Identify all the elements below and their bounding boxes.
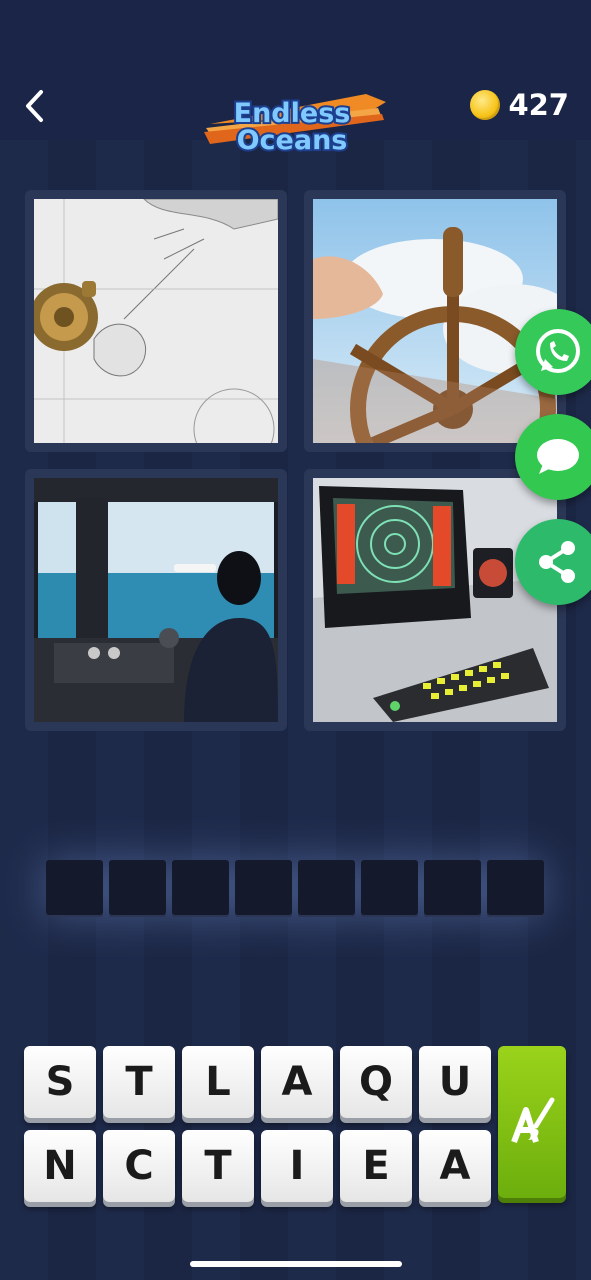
nautical-chart-image [34,199,278,443]
message-icon [537,439,579,474]
letter-key[interactable]: N [24,1130,96,1202]
answer-slot[interactable] [235,860,292,917]
whatsapp-button[interactable] [515,309,591,395]
letter-key[interactable]: T [182,1130,254,1202]
coin-count: 427 [508,88,569,122]
letter-key[interactable]: U [419,1046,491,1118]
coin-balance[interactable]: 427 [470,84,569,126]
answer-slot[interactable] [361,860,418,917]
answer-slot[interactable] [298,860,355,917]
image-tile-4[interactable] [304,469,566,731]
letter-key[interactable]: L [182,1046,254,1118]
whatsapp-icon [536,329,580,373]
letter-key[interactable]: I [261,1130,333,1202]
coin-icon [470,90,501,120]
app-logo: Endless Oceans [196,84,396,160]
answer-slots [46,860,544,917]
chevron-left-icon [26,90,43,122]
answer-slot[interactable] [46,860,103,917]
messages-button[interactable] [515,414,591,500]
radar-console-image [313,478,557,722]
image-tile-3[interactable] [25,469,287,731]
back-button[interactable] [14,84,54,128]
answer-slot[interactable] [424,860,481,917]
letter-key[interactable]: A [261,1046,333,1118]
letter-key[interactable]: C [103,1130,175,1202]
letter-key[interactable]: T [103,1046,175,1118]
hint-button[interactable] [498,1046,566,1198]
letter-key[interactable]: S [24,1046,96,1118]
answer-slot[interactable] [487,860,544,917]
letter-key[interactable]: A [419,1130,491,1202]
image-tile-1[interactable] [25,190,287,452]
home-indicator[interactable] [190,1261,402,1267]
ships-wheel-image [313,199,557,443]
logo-text-2: Oceans [237,125,348,156]
share-button[interactable] [515,519,591,605]
share-icon [539,541,575,583]
boat-bridge-image [34,478,278,722]
letter-key[interactable]: Q [340,1046,412,1118]
answer-slot[interactable] [109,860,166,917]
brush-a-icon [511,1097,555,1144]
answer-slot[interactable] [172,860,229,917]
letter-key[interactable]: E [340,1130,412,1202]
